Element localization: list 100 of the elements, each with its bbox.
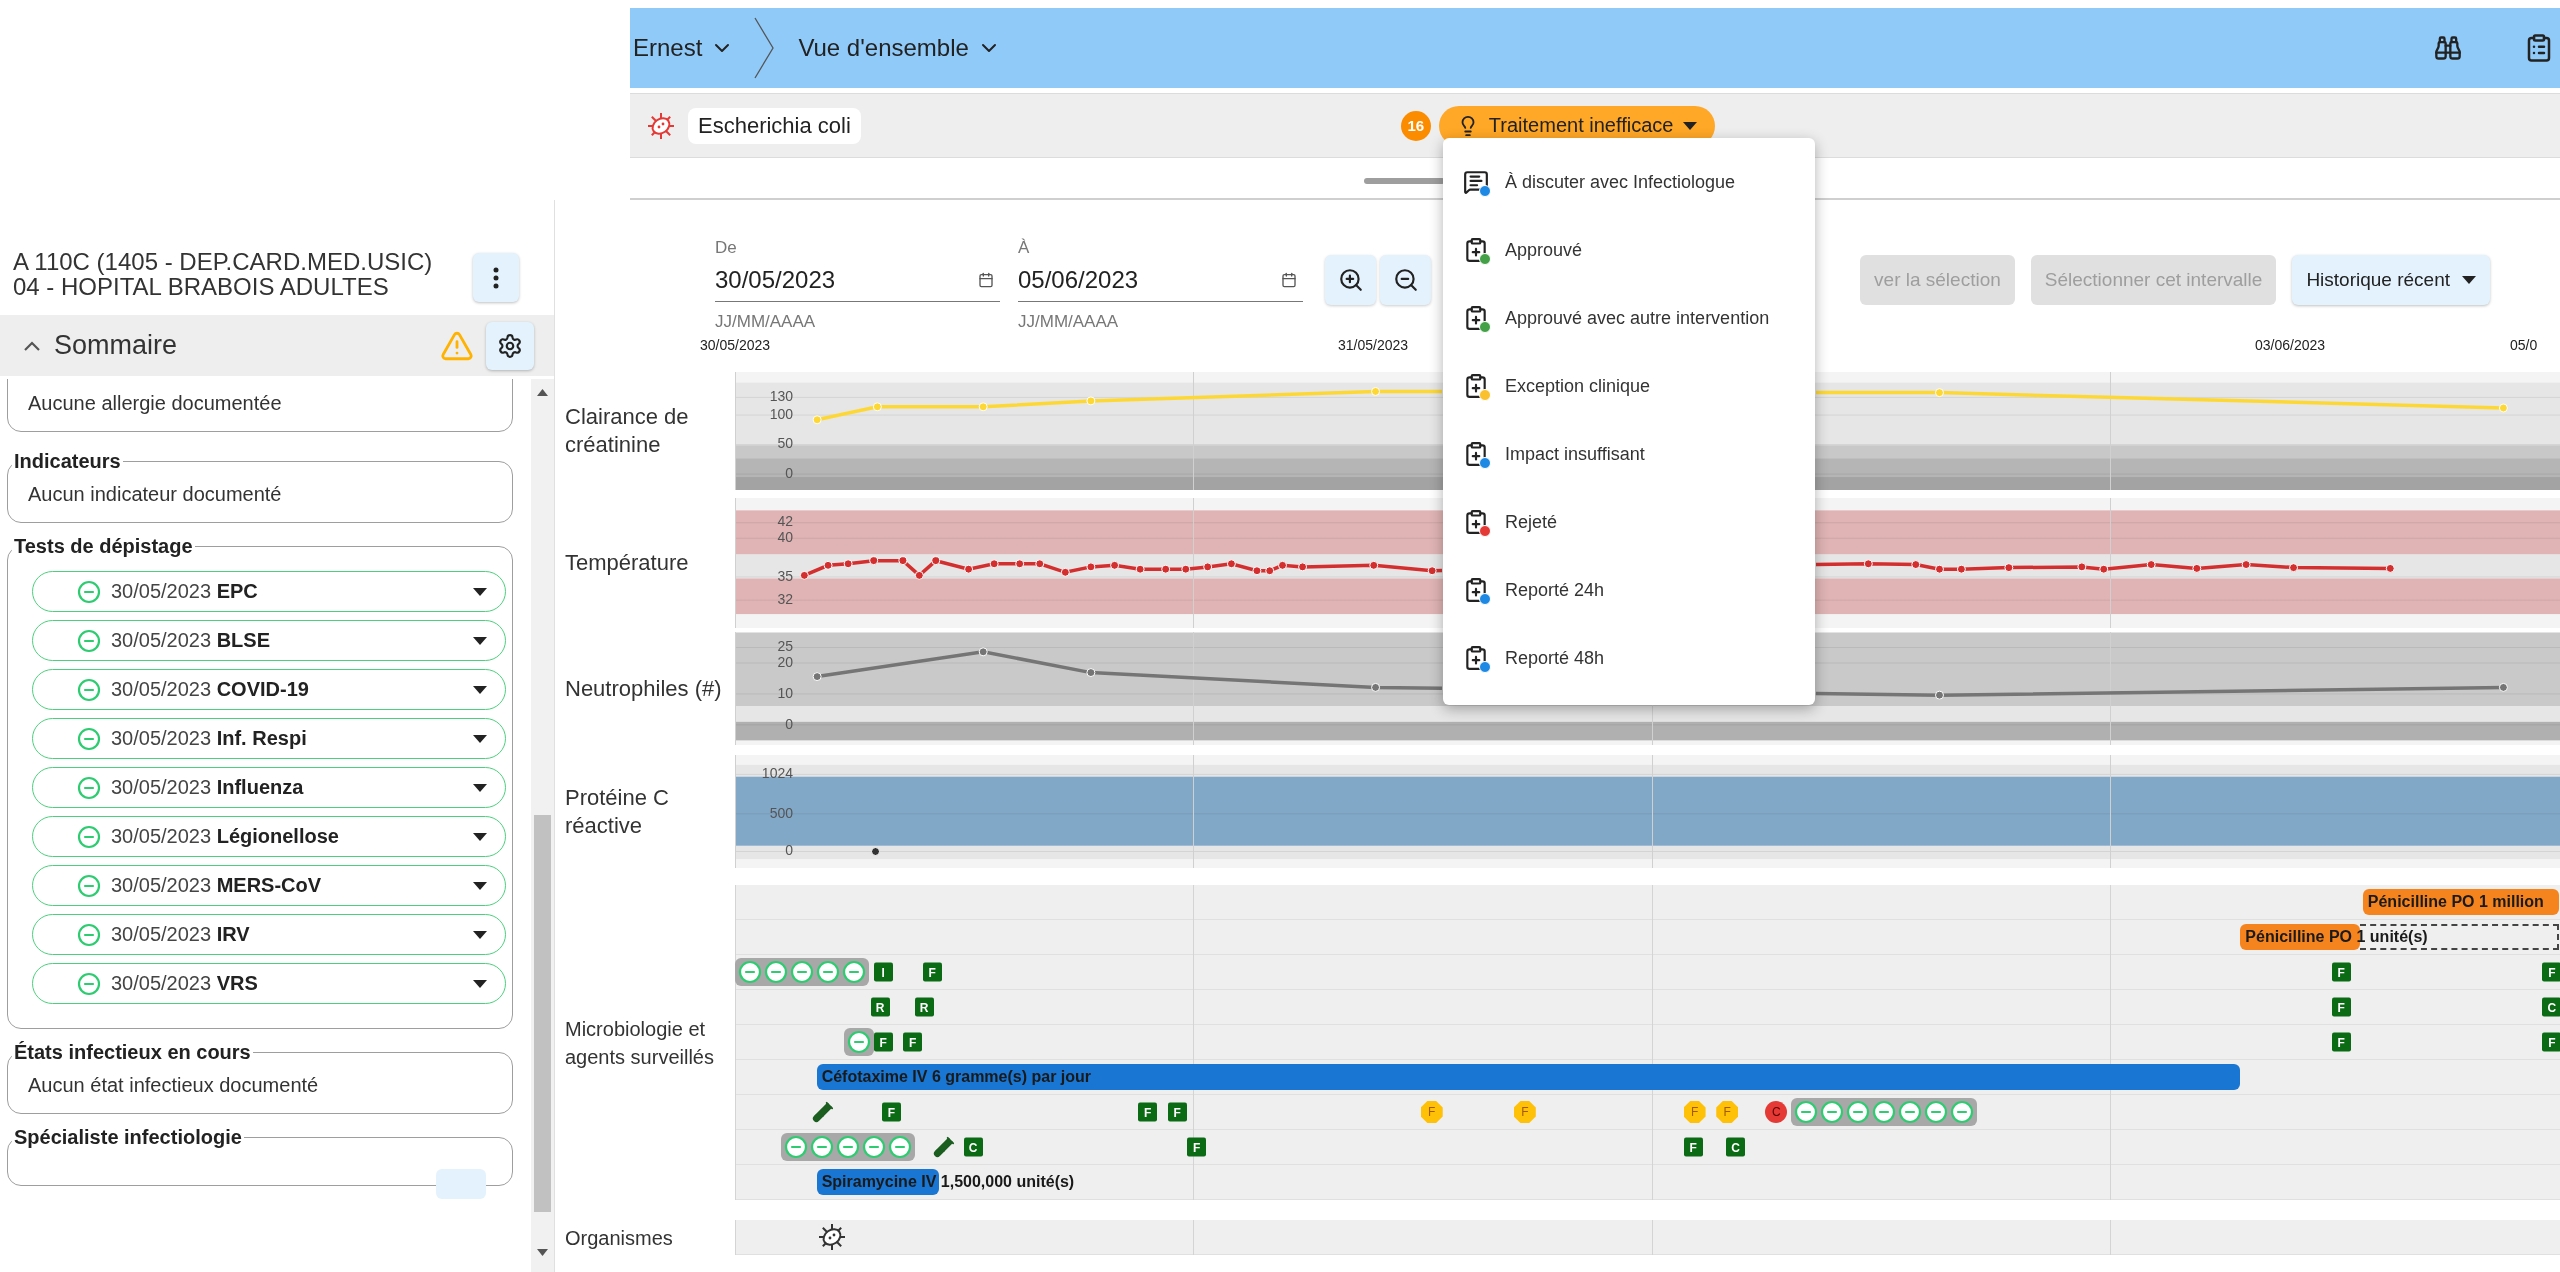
- date-field[interactable]: 05/06/2023: [1018, 258, 1303, 302]
- menu-item-label: Approuvé avec autre intervention: [1505, 307, 1770, 329]
- result-marker[interactable]: C: [2542, 997, 2560, 1017]
- menu-item-label: Exception clinique: [1505, 375, 1651, 397]
- result-marker[interactable]: F: [1187, 1137, 1207, 1157]
- test-tube-icon[interactable]: [811, 1101, 834, 1123]
- scale-label: 0: [785, 715, 793, 732]
- menu-item[interactable]: Reporté 24h: [1443, 556, 1815, 624]
- menu-item-label: Reporté 48h: [1505, 647, 1605, 669]
- menu-item-label: Approuvé: [1505, 239, 1583, 261]
- scale-label: 100: [769, 405, 793, 422]
- zoom-in-button[interactable]: [1325, 255, 1376, 305]
- row-label: Microbiologie et agents surveillés: [565, 1016, 715, 1070]
- result-marker[interactable]: F: [2331, 962, 2351, 982]
- screening-test-chip[interactable]: 30/05/2023 Inf. Respi: [32, 718, 506, 759]
- screening-test-chip[interactable]: 30/05/2023 BLSE: [32, 620, 506, 661]
- result-marker[interactable]: F: [2542, 962, 2560, 982]
- screening-test-chip[interactable]: 30/05/2023 IRV: [32, 914, 506, 955]
- scale-label: 32: [777, 590, 793, 607]
- row-label: Température: [565, 549, 689, 577]
- result-marker[interactable]: I: [873, 962, 893, 982]
- breadcrumb-link[interactable]: Ernest: [633, 34, 735, 62]
- menu-item[interactable]: Approuvé: [1443, 216, 1815, 284]
- group-text: Aucune allergie documentée: [28, 392, 283, 415]
- screening-test-chip[interactable]: 30/05/2023 Légionellose: [32, 816, 506, 857]
- group-legend: Indicateurs: [12, 450, 123, 473]
- axis-date-label: 03/06/2023: [2254, 337, 2326, 353]
- critical-result-marker[interactable]: C: [1765, 1101, 1788, 1123]
- menu-item[interactable]: Approuvé avec autre intervention: [1443, 284, 1815, 352]
- menu-item[interactable]: Impact insuffisant: [1443, 420, 1815, 488]
- result-marker[interactable]: R: [870, 997, 890, 1017]
- menu-item[interactable]: Reporté 48h: [1443, 624, 1815, 692]
- result-marker[interactable]: F: [2331, 997, 2351, 1017]
- screening-test-chip[interactable]: 30/05/2023 MERS-CoV: [32, 865, 506, 906]
- settings-button[interactable]: [486, 321, 534, 370]
- test-tube-icon[interactable]: [932, 1136, 955, 1158]
- kebab-menu-icon: [493, 266, 499, 289]
- result-marker[interactable]: F: [2542, 1032, 2560, 1052]
- scale-label: 50: [777, 435, 793, 452]
- action-button[interactable]: Historique récent: [2292, 255, 2490, 305]
- breadcrumb-link[interactable]: Vue d'ensemble: [798, 34, 1001, 62]
- group-text: Aucun état infectieux documenté: [28, 1074, 320, 1097]
- section-title: Sommaire: [54, 330, 178, 361]
- result-marker[interactable]: F: [1167, 1102, 1187, 1122]
- chevron-up-icon: [24, 340, 40, 351]
- screening-test-chip[interactable]: 30/05/2023 Influenza: [32, 767, 506, 808]
- caret-icon: [473, 734, 487, 743]
- menu-item[interactable]: Exception clinique: [1443, 352, 1815, 420]
- bacteria-icon[interactable]: [816, 1222, 847, 1252]
- scale-label: 40: [777, 528, 793, 545]
- caret-icon: [473, 979, 487, 988]
- scale-label: 35: [777, 567, 793, 584]
- drag-handle[interactable]: [1364, 178, 1445, 184]
- group-legend: Tests de dépistage: [12, 535, 195, 558]
- section-header[interactable]: Sommaire: [0, 315, 554, 376]
- caret-icon: [2462, 276, 2476, 284]
- result-marker[interactable]: C: [963, 1137, 983, 1157]
- settings-icon: [497, 332, 523, 359]
- result-marker[interactable]: F: [1683, 1137, 1703, 1157]
- organism-label: Escherichia coli: [688, 107, 861, 144]
- scale-label: 42: [777, 513, 793, 530]
- group-text: Aucun indicateur documenté: [28, 483, 283, 506]
- caret-icon: [473, 685, 487, 694]
- trend-line-drawing: [871, 847, 881, 856]
- zoom-in-icon: [1337, 267, 1364, 293]
- result-marker[interactable]: F: [1138, 1102, 1158, 1122]
- scrollbar[interactable]: [531, 379, 554, 1272]
- drug-label: Pénicilline PO 1 million: [2366, 893, 2544, 910]
- scale-label: 1024: [761, 765, 793, 782]
- result-marker[interactable]: F: [903, 1032, 923, 1052]
- scroll-thumb[interactable]: [534, 815, 551, 1212]
- result-marker[interactable]: F: [922, 962, 942, 982]
- caret-icon: [473, 783, 487, 792]
- result-marker[interactable]: F: [2331, 1032, 2351, 1052]
- result-marker[interactable]: F: [873, 1032, 893, 1052]
- binoculars-icon[interactable]: [2434, 34, 2462, 62]
- row-label: Clairance de créatinine: [565, 403, 690, 459]
- group-legend: Spécialiste infectiologie: [12, 1126, 244, 1149]
- screening-test-chip[interactable]: 30/05/2023 EPC: [32, 571, 506, 612]
- scroll-down-icon: [537, 1249, 549, 1256]
- axis-date-label: 30/05/2023: [699, 337, 771, 353]
- date-field[interactable]: 30/05/2023: [715, 258, 1000, 302]
- calendar-icon: [978, 271, 994, 288]
- screening-test-chip[interactable]: 30/05/2023 VRS: [32, 963, 506, 1004]
- zoom-out-button[interactable]: [1380, 255, 1431, 305]
- patient-info-line: 04 - HOPITAL BRABOIS ADULTES: [13, 274, 389, 299]
- result-marker[interactable]: R: [914, 997, 934, 1017]
- screening-test-chip[interactable]: 30/05/2023 COVID-19: [32, 669, 506, 710]
- caret-icon: [473, 587, 487, 596]
- scale-label: 10: [777, 684, 793, 701]
- axis-date-label: 05/0: [2510, 337, 2538, 353]
- drug-label: Spiramycine IV 1,500,000 unité(s): [820, 1173, 1075, 1190]
- count-badge: 16: [1400, 110, 1431, 141]
- result-marker[interactable]: F: [881, 1102, 901, 1122]
- result-marker[interactable]: C: [1726, 1137, 1746, 1157]
- drug-label: Céfotaxime IV 6 gramme(s) par jour: [820, 1068, 1092, 1085]
- menu-item[interactable]: Rejeté: [1443, 488, 1815, 556]
- menu-item[interactable]: À discuter avec Infectiologue: [1443, 148, 1815, 216]
- caret-icon: [473, 930, 487, 939]
- more-options-button[interactable]: [473, 253, 519, 302]
